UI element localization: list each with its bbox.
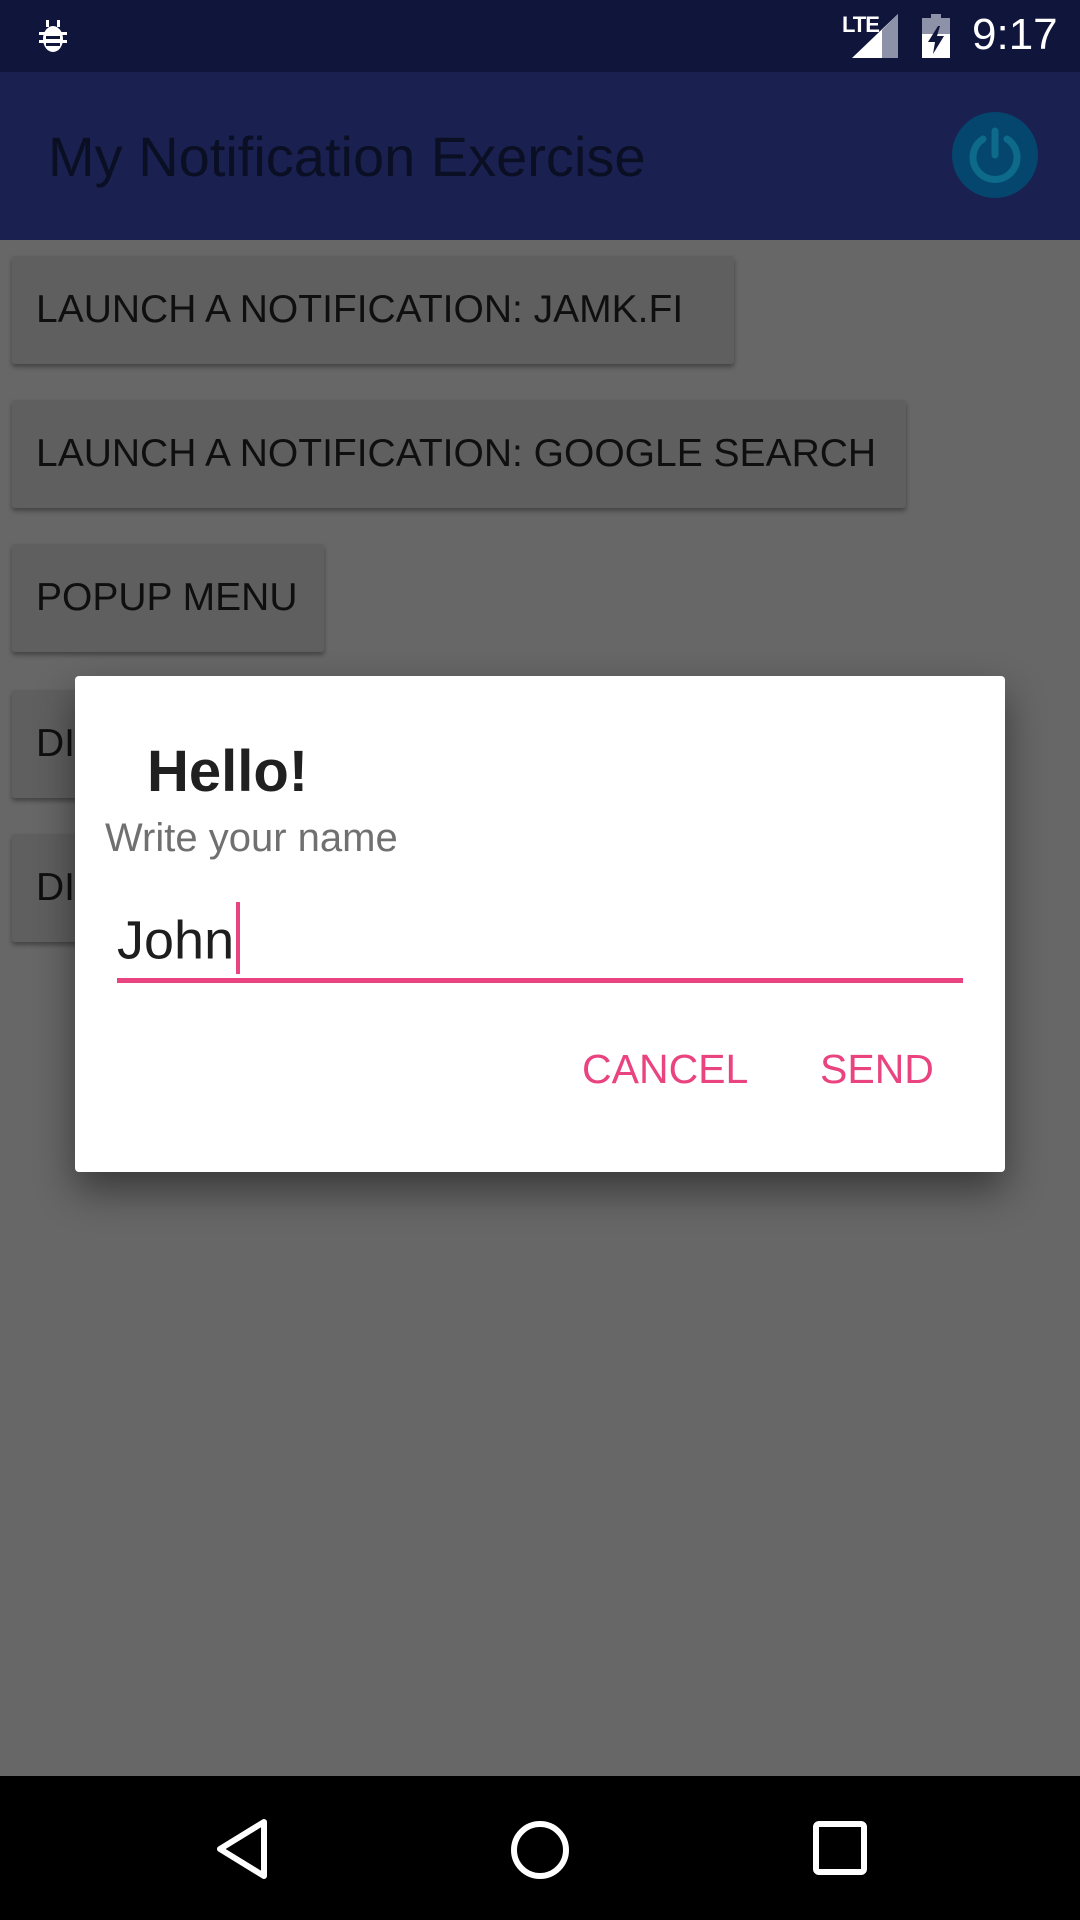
clock: 9:17 <box>972 10 1058 59</box>
bug-icon <box>39 20 67 52</box>
name-input-value: John <box>117 902 241 980</box>
popup-menu-button[interactable]: POPUP MENU <box>12 544 324 652</box>
recents-icon[interactable] <box>812 1820 868 1876</box>
battery-charging-icon <box>922 14 950 58</box>
navigation-bar <box>0 1776 1080 1920</box>
app-title: My Notification Exercise <box>48 125 646 188</box>
text-cursor <box>236 902 241 974</box>
launch-jamk-notification-button[interactable]: LAUNCH A NOTIFICATION: JAMK.FI <box>12 256 734 364</box>
name-input-text: John <box>117 910 235 971</box>
back-icon[interactable] <box>212 1816 272 1882</box>
app-bar: My Notification Exercise <box>0 72 1080 240</box>
launch-google-search-notification-button[interactable]: LAUNCH A NOTIFICATION: GOOGLE SEARCH <box>12 400 906 508</box>
name-input[interactable]: John <box>117 898 963 983</box>
power-icon <box>969 127 1021 183</box>
power-button[interactable] <box>952 112 1038 198</box>
signal-icon <box>852 14 898 58</box>
send-button[interactable]: SEND <box>820 1046 934 1093</box>
dialog-title: Hello! <box>147 739 309 804</box>
name-dialog: Hello! Write your name John CANCEL SEND <box>75 676 1005 1172</box>
status-bar: LTE 9:17 <box>0 0 1080 72</box>
dialog-message: Write your name <box>105 816 398 860</box>
cancel-button[interactable]: CANCEL <box>582 1046 748 1093</box>
screen: LTE 9:17 My Notification Exercise LAUNCH… <box>0 0 1080 1920</box>
home-icon[interactable] <box>508 1818 572 1882</box>
